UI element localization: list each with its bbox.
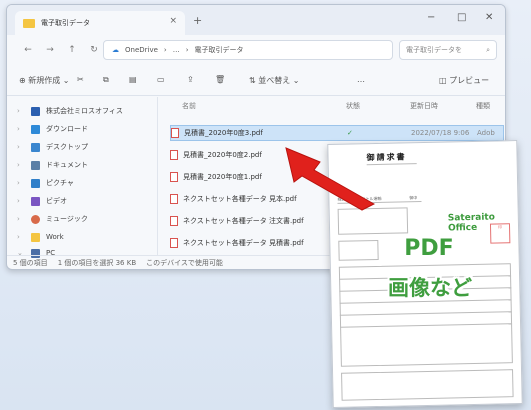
pdf-file-icon	[171, 128, 179, 138]
sidebar-item-desktop[interactable]: › デスクトップ	[17, 139, 88, 155]
up-arrow-icon[interactable]: ↑	[61, 45, 83, 55]
search-input[interactable]: 電子取引データを ⌕	[399, 40, 497, 60]
sidebar-item-music[interactable]: › ミュージック	[17, 211, 88, 227]
tab-bar: 電子取引データ × + − □ ✕	[7, 5, 505, 35]
share-icon[interactable]: ⇪	[187, 75, 194, 84]
chevron-right-icon: ›	[17, 107, 20, 115]
pdf-file-icon	[170, 150, 178, 160]
amount-box	[338, 239, 379, 261]
column-header-date[interactable]: 更新日時	[410, 101, 438, 111]
sidebar-item-label: ミュージック	[46, 215, 88, 223]
sidebar-item-label: ビデオ	[46, 197, 67, 205]
new-tab-button[interactable]: +	[193, 14, 202, 27]
folder-icon	[31, 106, 40, 116]
search-placeholder: 電子取引データを	[406, 46, 462, 54]
column-header-type[interactable]: 種類	[476, 101, 490, 111]
sidebar-item-work[interactable]: › Work	[17, 229, 64, 245]
pdf-file-icon	[170, 238, 178, 248]
desktop-icon	[31, 142, 40, 152]
music-icon	[31, 214, 40, 224]
minimize-button[interactable]: −	[427, 12, 435, 23]
navigation-pane: › 株式会社ミロスオフィス › ダウンロード › デスクトップ › ドキュメント › ピク…	[7, 97, 158, 258]
file-name: ネクストセット各種データ 注文書.pdf	[183, 217, 304, 225]
sidebar-item-label: デスクトップ	[46, 143, 88, 151]
download-icon	[31, 124, 40, 134]
breadcrumb-current[interactable]: 電子取引データ	[195, 45, 244, 55]
search-icon: ⌕	[486, 45, 490, 54]
cloud-icon: ☁	[112, 46, 119, 54]
chevron-right-icon: ›	[17, 179, 20, 187]
sidebar-item-label: 株式会社ミロスオフィス	[46, 107, 123, 115]
pdf-file-icon	[170, 216, 178, 226]
sidebar-item-label: ピクチャ	[46, 179, 74, 187]
breadcrumb-separator: ›	[185, 46, 189, 54]
sidebar-item-label: ダウンロード	[46, 125, 88, 133]
sidebar-item-company[interactable]: › 株式会社ミロスオフィス	[17, 103, 123, 119]
column-header-name[interactable]: 名前	[182, 101, 196, 111]
tab-title: 電子取引データ	[41, 19, 90, 27]
folder-icon	[23, 18, 35, 28]
company-seal: 印	[489, 223, 511, 244]
new-button[interactable]: ⊕ 新規作成 ⌄	[19, 75, 70, 86]
breadcrumb-ellipsis[interactable]: …	[173, 46, 180, 54]
back-arrow-icon[interactable]: ←	[17, 45, 39, 55]
notes-box	[341, 369, 514, 401]
chevron-right-icon: ›	[17, 143, 20, 151]
document-icon	[31, 160, 40, 170]
sidebar-item-documents[interactable]: › ドキュメント	[17, 157, 88, 173]
maximize-button[interactable]: □	[457, 12, 466, 23]
file-date: 2022/07/18 9:06	[411, 129, 470, 137]
info-table	[337, 207, 409, 235]
preview-label: プレビュー	[449, 76, 490, 85]
overlay-images-label: 画像など	[388, 276, 472, 300]
file-type: Adob	[477, 129, 495, 137]
availability-status: このデバイスで使用可能	[146, 258, 223, 267]
forward-arrow-icon[interactable]: →	[39, 45, 61, 55]
sidebar-item-downloads[interactable]: › ダウンロード	[17, 121, 88, 137]
address-box[interactable]: ☁ OneDrive › … › 電子取引データ	[103, 40, 393, 60]
tab-close-icon[interactable]: ×	[169, 16, 177, 26]
sidebar-item-label: Work	[46, 233, 64, 241]
tab-current-folder[interactable]: 電子取引データ ×	[15, 11, 185, 35]
more-button[interactable]: …	[357, 75, 365, 84]
refresh-icon[interactable]: ↻	[83, 45, 105, 55]
chevron-right-icon: ›	[17, 233, 20, 241]
delete-icon[interactable]: 🗑	[215, 75, 225, 84]
chevron-right-icon: ›	[17, 215, 20, 223]
chevron-right-icon: ›	[17, 197, 20, 205]
new-label: 新規作成	[28, 76, 61, 85]
command-bar: ⊕ 新規作成 ⌄ ✂ ⧉ ▤ ▭ ⇪ 🗑 ⇅ 並べ替え ⌄ … ◫ プレビュー	[7, 67, 505, 96]
sort-label: 並べ替え	[258, 76, 291, 85]
sidebar-item-pictures[interactable]: › ピクチャ	[17, 175, 74, 191]
pdf-file-icon	[170, 172, 178, 182]
sidebar-item-videos[interactable]: › ビデオ	[17, 193, 67, 209]
item-count: 5 個の項目	[13, 258, 48, 267]
cut-icon[interactable]: ✂	[77, 75, 84, 84]
pdf-file-icon	[170, 194, 178, 204]
chevron-right-icon: ›	[17, 125, 20, 133]
selection-info: 1 個の項目を選択 36 KB	[57, 258, 137, 267]
copy-icon[interactable]: ⧉	[103, 75, 109, 85]
video-icon	[31, 196, 40, 206]
paste-icon[interactable]: ▤	[129, 75, 137, 84]
file-name: 見積書_2020年0度3.pdf	[184, 129, 263, 137]
column-header-status[interactable]: 状態	[346, 101, 360, 111]
sync-status-icon: ✓	[347, 129, 353, 137]
rename-icon[interactable]: ▭	[157, 75, 165, 84]
preview-button[interactable]: ◫ プレビュー	[439, 75, 489, 86]
overlay-pdf-label: PDF	[404, 236, 454, 261]
breadcrumb-separator: ›	[163, 46, 167, 54]
chevron-right-icon: ›	[17, 161, 20, 169]
red-arrow-icon	[285, 147, 376, 211]
address-bar-row: ← → ↑ ↻ ☁ OneDrive › … › 電子取引データ 電子取引データ…	[7, 35, 505, 65]
close-window-button[interactable]: ✕	[485, 12, 493, 23]
picture-icon	[31, 178, 40, 188]
sort-button[interactable]: ⇅ 並べ替え ⌄	[249, 75, 300, 86]
breadcrumb-root[interactable]: OneDrive	[125, 46, 158, 54]
folder-icon	[31, 232, 40, 242]
file-row[interactable]: 見積書_2020年0度3.pdf ✓ 2022/07/18 9:06 Adob	[170, 125, 504, 141]
sidebar-item-label: ドキュメント	[46, 161, 88, 169]
file-name: ネクストセット各種データ 見積書.pdf	[183, 239, 304, 247]
